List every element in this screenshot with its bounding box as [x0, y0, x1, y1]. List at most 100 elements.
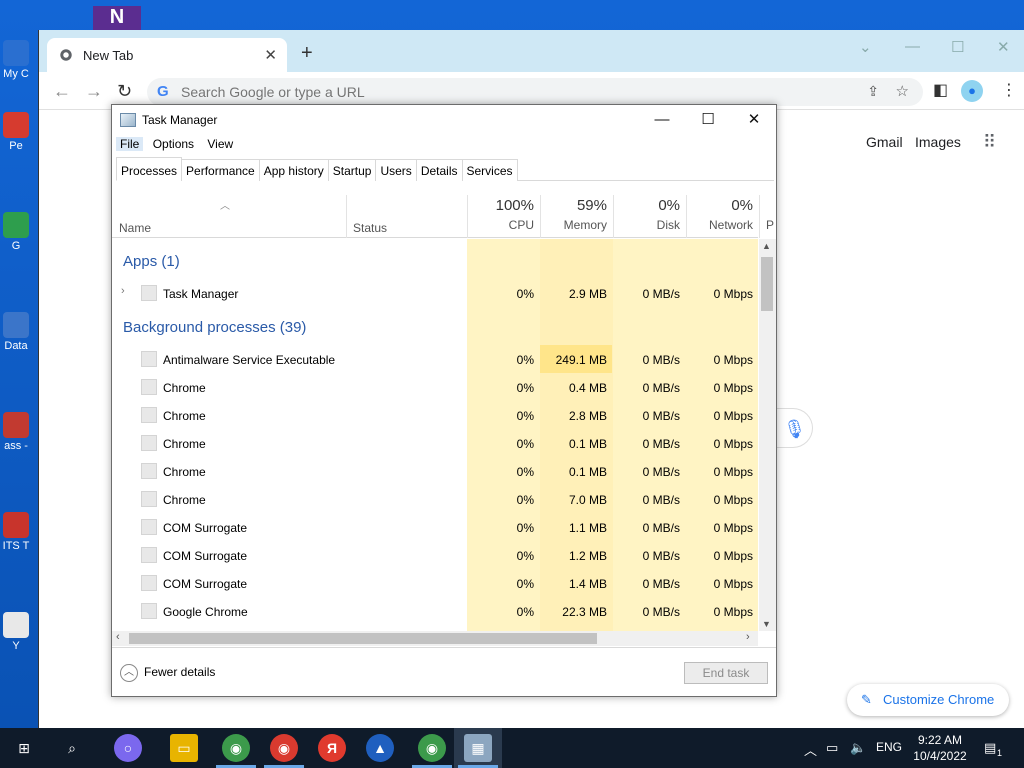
process-row[interactable]: Chrome 0% 7.0 MB 0 MB/s 0 Mbps	[112, 485, 758, 513]
tab-performance[interactable]: Performance	[181, 159, 260, 181]
process-table-header: ︿ Name Status 100% CPU 59% Memory 0% Dis…	[112, 181, 774, 238]
process-icon	[141, 285, 157, 301]
process-row[interactable]: › Task Manager 0% 2.9 MB 0 MB/s 0 Mbps	[112, 279, 758, 307]
images-link[interactable]: Images	[915, 134, 961, 150]
tm-minimize-button[interactable]: —	[642, 109, 682, 131]
chrome-tab-new-tab[interactable]: New Tab ✕	[47, 38, 287, 72]
fewer-details-button[interactable]: ︿ Fewer details	[120, 664, 215, 682]
process-memory: 0.1 MB	[568, 437, 607, 451]
bookmark-star-icon[interactable]: ☆	[896, 82, 909, 100]
reload-icon[interactable]: ↻	[117, 81, 132, 102]
chrome-taskbar-icon-2[interactable]: ◉	[270, 734, 298, 762]
chrome-minimize-button[interactable]: —	[905, 38, 920, 55]
desktop-icon-its[interactable]: ITS T	[0, 512, 32, 552]
process-row[interactable]: Chrome 0% 0.4 MB 0 MB/s 0 Mbps	[112, 373, 758, 401]
desktop-icon-data[interactable]: Data	[0, 312, 32, 352]
column-network[interactable]: 0% Network	[686, 195, 759, 238]
tab-close-icon[interactable]: ✕	[264, 46, 277, 64]
menu-file[interactable]: File	[116, 137, 144, 151]
network-icon[interactable]: ▭	[826, 740, 838, 756]
end-task-button[interactable]: End task	[684, 662, 768, 684]
tab-app-history[interactable]: App history	[258, 159, 329, 181]
desktop-icon-pe[interactable]: Pe	[0, 112, 32, 152]
forward-arrow-icon[interactable]: →	[85, 81, 103, 102]
file-explorer-icon[interactable]: ▭	[170, 734, 198, 762]
menu-options[interactable]: Options	[149, 137, 198, 151]
column-cpu[interactable]: 100% CPU	[467, 195, 540, 238]
desktop-icon-y[interactable]: Y	[0, 612, 32, 652]
process-icon	[141, 407, 157, 423]
desktop-icon-ass[interactable]: ass -	[0, 412, 32, 452]
gmail-link[interactable]: Gmail	[866, 134, 903, 150]
column-power[interactable]: . P	[759, 195, 776, 238]
tab-processes[interactable]: Processes	[116, 157, 183, 181]
yandex-browser-icon[interactable]: Я	[318, 734, 346, 762]
scroll-left-icon[interactable]: ‹	[116, 631, 120, 643]
omnibox[interactable]: G ⇪ ☆	[147, 78, 923, 106]
tab-startup[interactable]: Startup	[327, 159, 377, 181]
tm-footer: ︿ Fewer details End task	[112, 647, 776, 696]
column-status[interactable]: Status	[346, 195, 466, 238]
search-icon[interactable]: ⌕	[58, 734, 86, 762]
language-indicator[interactable]: ENG	[876, 740, 902, 754]
scroll-up-icon[interactable]: ▲	[762, 241, 771, 251]
column-name[interactable]: Name	[119, 221, 151, 235]
process-row[interactable]: Chrome 0% 2.8 MB 0 MB/s 0 Mbps	[112, 401, 758, 429]
vertical-scrollbar[interactable]: ▲ ▼	[759, 239, 776, 631]
scroll-down-icon[interactable]: ▼	[762, 619, 771, 629]
horizontal-scroll-thumb[interactable]	[129, 633, 597, 644]
group-background-processes: Background processes (39)	[123, 319, 307, 336]
clock[interactable]: 9:22 AM 10/4/2022	[908, 732, 972, 764]
tm-maximize-button[interactable]: ☐	[688, 109, 728, 131]
scroll-right-icon[interactable]: ›	[746, 631, 750, 643]
process-list: Apps (1) Background processes (39) › Task…	[112, 239, 758, 631]
share-icon[interactable]: ⇪	[867, 83, 879, 100]
notification-icon[interactable]: ▤	[984, 740, 996, 756]
side-panel-icon[interactable]: ◧	[933, 80, 948, 100]
start-windows-icon[interactable]: ⊞	[10, 734, 38, 762]
chrome-menu-icon[interactable]: ⋮	[1001, 80, 1017, 100]
omnibox-input[interactable]	[181, 82, 821, 102]
process-row[interactable]: Chrome 0% 0.1 MB 0 MB/s 0 Mbps	[112, 457, 758, 485]
task-manager-titlebar[interactable]: Task Manager — ☐ ✕	[112, 105, 776, 135]
process-cpu: 0%	[516, 353, 534, 367]
vertical-scroll-thumb[interactable]	[761, 257, 773, 311]
new-tab-button[interactable]: +	[301, 42, 313, 65]
desktop-icon-my-computer[interactable]: My C	[0, 40, 32, 80]
customize-chrome-button[interactable]: ✎ Customize Chrome	[847, 684, 1009, 716]
app-icon-blue[interactable]: ▲	[366, 734, 394, 762]
voice-search-icon[interactable]: 🎙	[777, 408, 813, 448]
task-manager-taskbar-icon[interactable]: ▦	[464, 734, 492, 762]
process-row[interactable]: COM Surrogate 0% 1.4 MB 0 MB/s 0 Mbps	[112, 569, 758, 597]
onenote-icon[interactable]: N	[93, 6, 141, 32]
chrome-taskbar-icon-1[interactable]: ◉	[222, 734, 250, 762]
chrome-maximize-button[interactable]: ☐	[951, 38, 964, 56]
volume-icon[interactable]: 🔈	[850, 740, 866, 756]
cortana-icon[interactable]: ○	[114, 734, 142, 762]
tab-details[interactable]: Details	[415, 159, 463, 181]
process-cpu: 0%	[516, 493, 534, 507]
back-arrow-icon[interactable]: ←	[53, 81, 71, 102]
column-memory[interactable]: 59% Memory	[540, 195, 613, 238]
process-row[interactable]: Google Chrome 0% 22.3 MB 0 MB/s 0 Mbps	[112, 597, 758, 625]
tm-close-button[interactable]: ✕	[734, 109, 774, 131]
show-hidden-icons-chevron-icon[interactable]: ︿	[804, 740, 817, 759]
process-row[interactable]: COM Surrogate 0% 1.1 MB 0 MB/s 0 Mbps	[112, 513, 758, 541]
horizontal-scrollbar[interactable]: ‹ ›	[112, 631, 758, 646]
process-row[interactable]: Chrome 0% 0.1 MB 0 MB/s 0 Mbps	[112, 429, 758, 457]
google-apps-icon[interactable]: ⠿	[983, 132, 996, 153]
process-memory: 1.2 MB	[568, 549, 607, 563]
chrome-close-button[interactable]: ✕	[997, 38, 1010, 56]
process-row[interactable]: COM Surrogate 0% 1.2 MB 0 MB/s 0 Mbps	[112, 541, 758, 569]
desktop-icon-g[interactable]: G	[0, 212, 32, 252]
tab-users[interactable]: Users	[375, 159, 417, 181]
column-disk[interactable]: 0% Disk	[613, 195, 686, 238]
tab-services[interactable]: Services	[461, 159, 518, 181]
expand-chevron-icon[interactable]: ›	[121, 285, 125, 297]
chrome-taskbar-icon-3[interactable]: ◉	[418, 734, 446, 762]
profile-avatar-icon[interactable]: ●	[961, 80, 983, 102]
process-name: Chrome	[163, 437, 206, 451]
process-row[interactable]: Antimalware Service Executable 0% 249.1 MB…	[112, 345, 758, 373]
menu-view[interactable]: View	[203, 137, 237, 151]
tab-search-icon[interactable]: ⌄	[859, 38, 872, 56]
